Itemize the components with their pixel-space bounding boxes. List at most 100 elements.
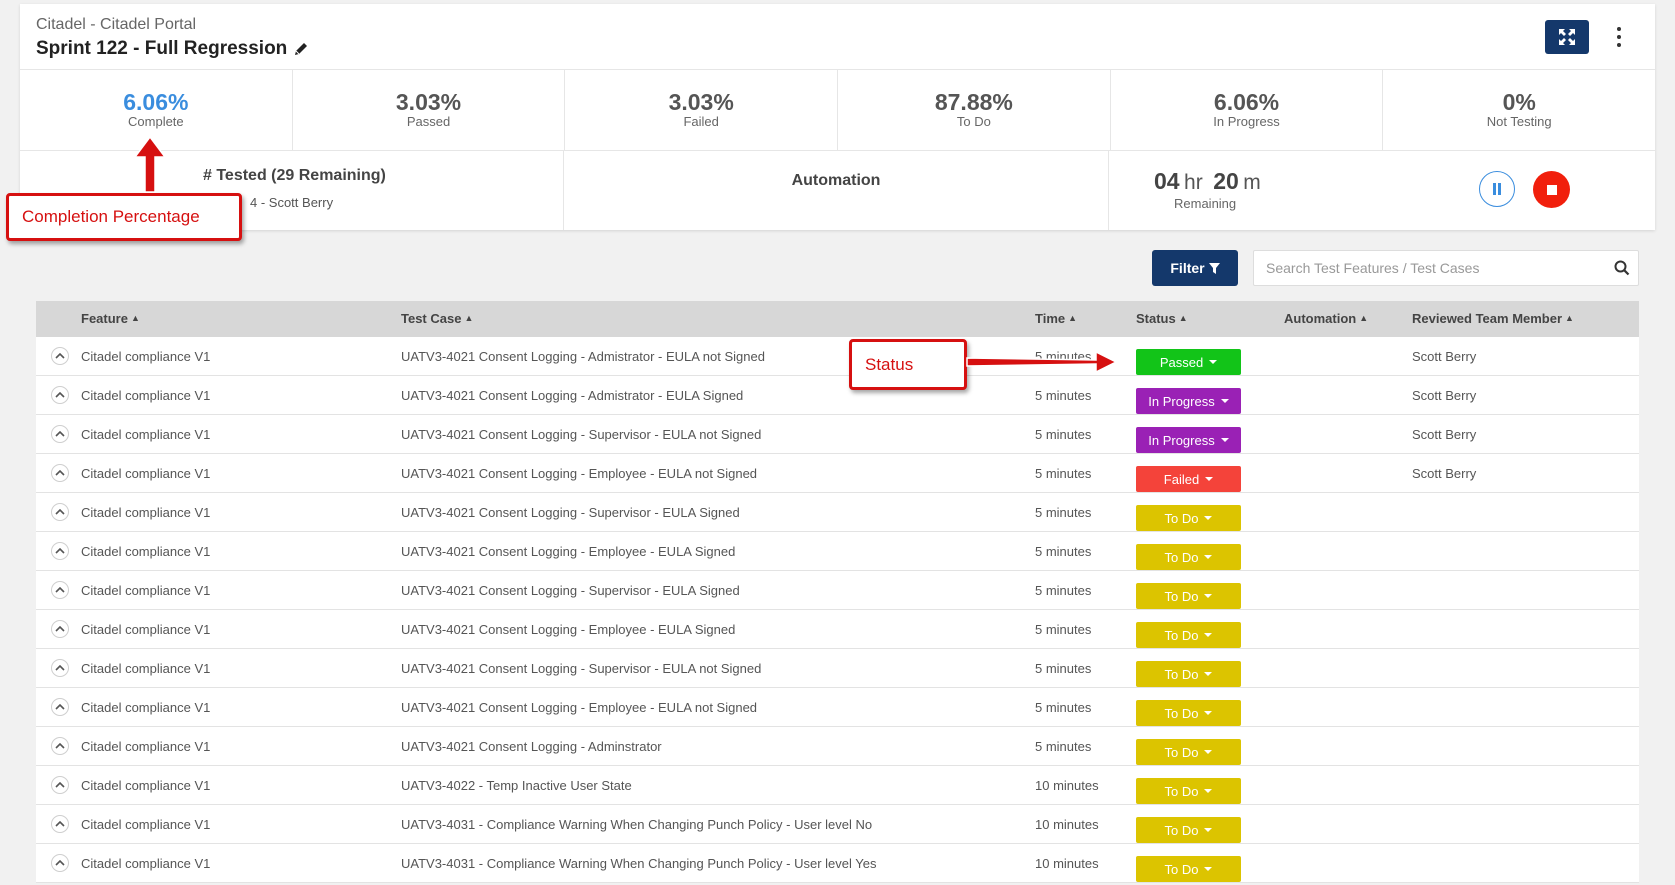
time-cell: 5 minutes bbox=[1035, 427, 1092, 442]
test-case-cell[interactable]: UATV3-4021 Consent Logging - Supervisor … bbox=[401, 505, 740, 520]
expand-button[interactable] bbox=[1545, 20, 1589, 54]
status-dropdown[interactable]: To Do bbox=[1136, 739, 1241, 765]
table-row[interactable]: Citadel compliance V1 UATV3-4021 Consent … bbox=[36, 454, 1639, 493]
chevron-up-icon[interactable] bbox=[51, 542, 69, 560]
test-case-cell[interactable]: UATV3-4021 Consent Logging - Adminstrato… bbox=[401, 739, 662, 754]
chevron-up-icon[interactable] bbox=[51, 737, 69, 755]
status-dropdown[interactable]: To Do bbox=[1136, 778, 1241, 804]
tested-member: 4 - Scott Berry bbox=[250, 195, 334, 210]
filter-label: Filter bbox=[1170, 260, 1205, 276]
status-dropdown[interactable]: In Progress bbox=[1136, 427, 1241, 453]
status-dropdown[interactable]: To Do bbox=[1136, 505, 1241, 531]
status-dropdown[interactable]: To Do bbox=[1136, 856, 1241, 882]
test-case-cell[interactable]: UATV3-4021 Consent Logging - Employee - … bbox=[401, 700, 757, 715]
chevron-up-icon[interactable] bbox=[51, 503, 69, 521]
status-label: To Do bbox=[1164, 627, 1199, 643]
table-row[interactable]: Citadel compliance V1 UATV3-4021 Consent … bbox=[36, 649, 1639, 688]
status-dropdown[interactable]: To Do bbox=[1136, 700, 1241, 726]
table-body: Citadel compliance V1 UATV3-4021 Consent … bbox=[36, 337, 1639, 883]
test-case-cell[interactable]: UATV3-4021 Consent Logging - Supervisor … bbox=[401, 427, 761, 442]
status-label: Failed bbox=[1163, 471, 1200, 487]
chevron-up-icon[interactable] bbox=[51, 425, 69, 443]
minutes-value: 20 bbox=[1213, 168, 1239, 194]
chevron-up-icon[interactable] bbox=[51, 581, 69, 599]
column-header-time[interactable]: Time ▲ bbox=[1035, 311, 1077, 326]
status-dropdown[interactable]: To Do bbox=[1136, 544, 1241, 570]
chevron-up-icon[interactable] bbox=[51, 659, 69, 677]
stat-label: Failed bbox=[683, 114, 719, 129]
test-case-cell[interactable]: UATV3-4021 Consent Logging - Employee - … bbox=[401, 544, 735, 559]
timer-panel: 04 hr 20 m Remaining bbox=[1109, 151, 1655, 230]
sprint-header: Citadel - Citadel Portal Sprint 122 - Fu… bbox=[20, 4, 1655, 70]
test-case-cell[interactable]: UATV3-4021 Consent Logging - Employee - … bbox=[401, 466, 757, 481]
table-row[interactable]: Citadel compliance V1 UATV3-4021 Consent … bbox=[36, 571, 1639, 610]
test-case-cell[interactable]: UATV3-4031 - Compliance Warning When Cha… bbox=[401, 817, 872, 832]
feature-cell: Citadel compliance V1 bbox=[81, 700, 211, 715]
column-header-reviewed-member[interactable]: Reviewed Team Member ▲ bbox=[1412, 311, 1574, 326]
chevron-up-icon[interactable] bbox=[51, 620, 69, 638]
table-row[interactable]: Citadel compliance V1 UATV3-4021 Consent … bbox=[36, 532, 1639, 571]
filter-button[interactable]: Filter bbox=[1152, 250, 1238, 286]
status-dropdown[interactable]: To Do bbox=[1136, 622, 1241, 648]
column-header-test-case[interactable]: Test Case ▲ bbox=[401, 311, 473, 326]
status-dropdown[interactable]: To Do bbox=[1136, 817, 1241, 843]
column-header-feature[interactable]: Feature ▲ bbox=[81, 311, 140, 326]
status-cell: To Do bbox=[1136, 817, 1241, 843]
test-case-cell[interactable]: UATV3-4031 - Compliance Warning When Cha… bbox=[401, 856, 876, 871]
caret-down-icon bbox=[1220, 438, 1229, 442]
status-dropdown[interactable]: Passed bbox=[1136, 349, 1241, 375]
column-header-status[interactable]: Status ▲ bbox=[1136, 311, 1188, 326]
test-case-cell[interactable]: UATV3-4021 Consent Logging - Supervisor … bbox=[401, 661, 761, 676]
stat-label: To Do bbox=[956, 114, 991, 129]
pause-button[interactable] bbox=[1479, 171, 1515, 207]
vertical-dots-icon[interactable] bbox=[1613, 24, 1625, 50]
time-cell: 5 minutes bbox=[1035, 583, 1092, 598]
time-cell: 10 minutes bbox=[1035, 856, 1099, 871]
table-row[interactable]: Citadel compliance V1 UATV3-4021 Consent … bbox=[36, 337, 1639, 376]
time-cell: 5 minutes bbox=[1035, 505, 1092, 520]
stat-to-do: 87.88% To Do bbox=[838, 70, 1111, 150]
status-label: In Progress bbox=[1148, 393, 1215, 409]
search-box[interactable] bbox=[1253, 250, 1639, 286]
status-cell: In Progress bbox=[1136, 427, 1241, 453]
table-row[interactable]: Citadel compliance V1 UATV3-4021 Consent … bbox=[36, 727, 1639, 766]
status-dropdown[interactable]: Failed bbox=[1136, 466, 1241, 492]
table-row[interactable]: Citadel compliance V1 UATV3-4021 Consent … bbox=[36, 688, 1639, 727]
table-row[interactable]: Citadel compliance V1 UATV3-4021 Consent … bbox=[36, 376, 1639, 415]
stop-button[interactable] bbox=[1533, 171, 1570, 208]
chevron-up-icon[interactable] bbox=[51, 347, 69, 365]
column-header-automation[interactable]: Automation ▲ bbox=[1284, 311, 1368, 326]
test-case-cell[interactable]: UATV3-4021 Consent Logging - Supervisor … bbox=[401, 583, 740, 598]
test-case-cell[interactable]: UATV3-4021 Consent Logging - Admistrator… bbox=[401, 388, 743, 403]
caret-down-icon bbox=[1204, 789, 1213, 793]
time-cell: 5 minutes bbox=[1035, 388, 1092, 403]
status-dropdown[interactable]: To Do bbox=[1136, 661, 1241, 687]
chevron-up-icon[interactable] bbox=[51, 464, 69, 482]
status-dropdown[interactable]: To Do bbox=[1136, 583, 1241, 609]
search-input[interactable] bbox=[1254, 251, 1594, 285]
table-row[interactable]: Citadel compliance V1 UATV3-4031 - Compli… bbox=[36, 805, 1639, 844]
test-case-cell[interactable]: UATV3-4021 Consent Logging - Admistrator… bbox=[401, 349, 765, 364]
status-dropdown[interactable]: In Progress bbox=[1136, 388, 1241, 414]
chevron-up-icon[interactable] bbox=[51, 854, 69, 872]
test-case-cell[interactable]: UATV3-4021 Consent Logging - Employee - … bbox=[401, 622, 735, 637]
stat-not-testing: 0% Not Testing bbox=[1383, 70, 1655, 150]
table-row[interactable]: Citadel compliance V1 UATV3-4021 Consent … bbox=[36, 493, 1639, 532]
magnifier-icon[interactable] bbox=[1614, 260, 1630, 276]
stat-label: Not Testing bbox=[1486, 114, 1552, 129]
hours-value: 04 bbox=[1154, 168, 1180, 194]
chevron-up-icon[interactable] bbox=[51, 698, 69, 716]
status-label: To Do bbox=[1164, 783, 1199, 799]
table-row[interactable]: Citadel compliance V1 UATV3-4021 Consent … bbox=[36, 610, 1639, 649]
chevron-up-icon[interactable] bbox=[51, 386, 69, 404]
table-row[interactable]: Citadel compliance V1 UATV3-4031 - Compli… bbox=[36, 844, 1639, 883]
tested-title: # Tested (29 Remaining) bbox=[203, 167, 386, 184]
table-row[interactable]: Citadel compliance V1 UATV3-4021 Consent … bbox=[36, 415, 1639, 454]
test-case-cell[interactable]: UATV3-4022 - Temp Inactive User State bbox=[401, 778, 632, 793]
chevron-up-icon[interactable] bbox=[51, 815, 69, 833]
pencil-icon[interactable] bbox=[293, 41, 309, 57]
info-row: # Tested (29 Remaining) 4 - Scott Berry … bbox=[20, 151, 1655, 230]
table-row[interactable]: Citadel compliance V1 UATV3-4022 - Temp I… bbox=[36, 766, 1639, 805]
chevron-up-icon[interactable] bbox=[51, 776, 69, 794]
sprint-summary-card: Citadel - Citadel Portal Sprint 122 - Fu… bbox=[20, 4, 1655, 230]
